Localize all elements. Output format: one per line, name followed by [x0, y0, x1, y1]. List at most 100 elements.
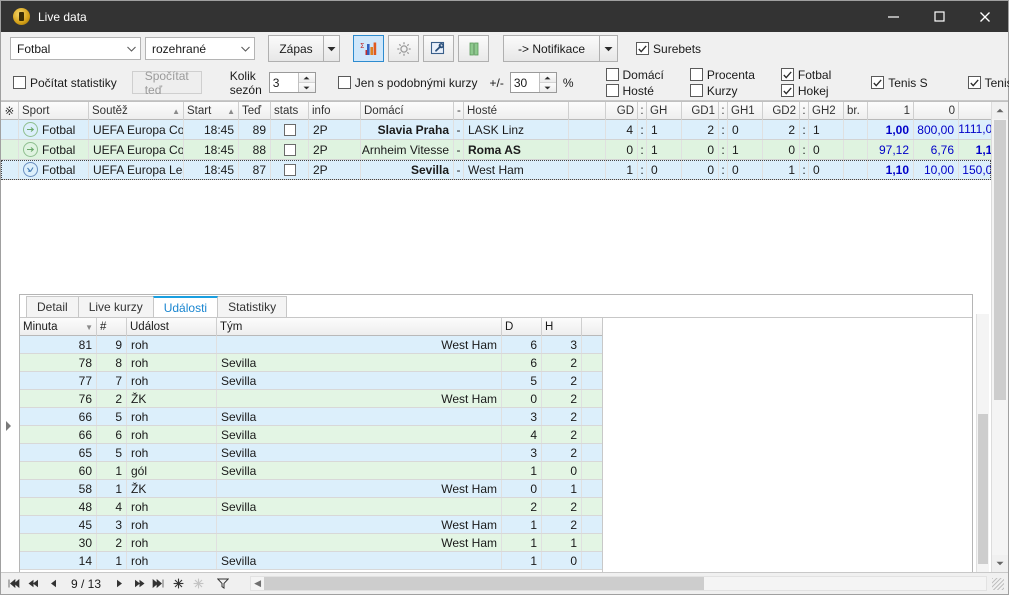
stepper-down[interactable]: [540, 83, 556, 92]
hscroll-thumb[interactable]: [264, 577, 704, 590]
surebets-checkbox[interactable]: Surebets: [636, 42, 701, 56]
scroll-down-arrow[interactable]: [992, 555, 1008, 572]
events-header-cell[interactable]: D: [502, 318, 542, 336]
grid-header-cell[interactable]: GH1: [728, 102, 763, 120]
list-item[interactable]: 453rohWest Ham12: [20, 516, 602, 534]
grid-vertical-scrollbar[interactable]: [991, 102, 1008, 572]
events-scroll-thumb[interactable]: [978, 414, 988, 564]
grid-horizontal-scrollbar[interactable]: ◀: [250, 576, 987, 591]
scroll-up-arrow[interactable]: [992, 102, 1008, 119]
domaci-checkbox[interactable]: Domácí: [606, 68, 664, 82]
grid-header-cell[interactable]: Start▲: [184, 102, 239, 120]
next-page-button[interactable]: [130, 575, 147, 592]
grid-header-cell[interactable]: br.: [844, 102, 868, 120]
list-item[interactable]: 601gólSevilla10: [20, 462, 602, 480]
seasons-input[interactable]: [270, 73, 298, 92]
hscroll-left-arrow[interactable]: ◀: [251, 578, 264, 589]
list-item[interactable]: 581ŽKWest Ham01: [20, 480, 602, 498]
minimize-button[interactable]: [870, 1, 916, 32]
grid-header-cell[interactable]: GD: [606, 102, 638, 120]
columns-button[interactable]: [458, 35, 489, 62]
stats-cell[interactable]: [271, 120, 309, 139]
table-row[interactable]: FotbalUEFA Europa Confe18:45882PArnheim …: [1, 140, 991, 160]
stepper-down[interactable]: [299, 83, 315, 92]
plusminus-stepper[interactable]: [510, 72, 557, 93]
list-item[interactable]: 819rohWest Ham63: [20, 336, 602, 354]
seasons-stepper[interactable]: [269, 72, 316, 93]
grid-header-cell[interactable]: info: [309, 102, 361, 120]
match-dropdown-button[interactable]: Zápas: [268, 35, 340, 62]
events-header-cell[interactable]: #: [97, 318, 127, 336]
filter-icon[interactable]: [214, 575, 231, 592]
grid-header-cell[interactable]: Soutěž▲: [89, 102, 184, 120]
events-header-row[interactable]: Minuta▼#UdálostTýmDH: [20, 318, 602, 336]
panel-splitter-handle[interactable]: [4, 420, 13, 432]
resize-grip[interactable]: [992, 578, 1004, 590]
tenis-pru-checkbox[interactable]: Tenis: prů: [968, 76, 1009, 90]
expand-arrow-icon[interactable]: [23, 142, 38, 157]
grid-header-cell[interactable]: GH2: [809, 102, 844, 120]
kurzy-checkbox[interactable]: Kurzy: [690, 84, 755, 98]
caret-down-icon[interactable]: [323, 35, 340, 62]
grid-header-cell[interactable]: Teď: [239, 102, 271, 120]
stepper-arrows[interactable]: [298, 73, 315, 92]
tab-statistiky[interactable]: Statistiky: [217, 296, 287, 317]
grid-header-cell[interactable]: -: [454, 102, 464, 120]
last-record-button[interactable]: [150, 575, 167, 592]
tab-události[interactable]: Události: [153, 296, 218, 317]
calc-now-button[interactable]: Spočítat teď: [132, 71, 202, 94]
grid-header-cell[interactable]: stats: [271, 102, 309, 120]
stats-checkbox[interactable]: [284, 164, 296, 176]
list-item[interactable]: 655rohSevilla32: [20, 444, 602, 462]
procenta-checkbox[interactable]: Procenta: [690, 68, 755, 82]
events-header-cell[interactable]: Minuta▼: [20, 318, 97, 336]
stats-checkbox[interactable]: [284, 124, 296, 136]
caret-down-icon[interactable]: [599, 35, 618, 62]
prev-record-button[interactable]: [45, 575, 62, 592]
collapse-arrow-icon[interactable]: [23, 162, 38, 177]
grid-header-cell[interactable]: 0: [914, 102, 959, 120]
expand-arrow-icon[interactable]: [23, 122, 38, 137]
count-stats-checkbox[interactable]: Počítat statistiky: [13, 76, 117, 90]
tab-detail[interactable]: Detail: [26, 296, 79, 317]
stepper-up[interactable]: [299, 73, 315, 83]
sport-combo[interactable]: Fotbal: [10, 37, 141, 60]
grid-header-cell[interactable]: Sport: [19, 102, 89, 120]
grid-header-row[interactable]: ※SportSoutěž▲Start▲TeďstatsinfoDomácí-Ho…: [1, 102, 991, 120]
grid-header-cell[interactable]: :: [800, 102, 809, 120]
stats-cell[interactable]: [271, 140, 309, 159]
tenis-s-checkbox[interactable]: Tenis S: [871, 76, 927, 90]
events-vertical-scrollbar[interactable]: [976, 314, 989, 572]
settings-button[interactable]: [388, 35, 419, 62]
stepper-up[interactable]: [540, 73, 556, 83]
stepper-arrows[interactable]: [539, 73, 556, 92]
list-item[interactable]: 302rohWest Ham11: [20, 534, 602, 552]
plusminus-input[interactable]: [511, 73, 539, 92]
grid-header-cell[interactable]: :: [638, 102, 647, 120]
events-header-cell[interactable]: Událost: [127, 318, 217, 336]
tools-button[interactable]: [423, 35, 454, 62]
prev-page-button[interactable]: [25, 575, 42, 592]
hokej-checkbox[interactable]: Hokej: [781, 84, 831, 98]
list-item[interactable]: 484rohSevilla22: [20, 498, 602, 516]
close-button[interactable]: [962, 1, 1008, 32]
events-header-cell[interactable]: Tým: [217, 318, 502, 336]
grid-header-cell[interactable]: GH: [647, 102, 682, 120]
events-header-cell[interactable]: H: [542, 318, 582, 336]
list-item[interactable]: 666rohSevilla42: [20, 426, 602, 444]
grid-header-cell[interactable]: Domácí: [361, 102, 454, 120]
tab-live-kurzy[interactable]: Live kurzy: [78, 296, 154, 317]
table-row[interactable]: FotbalUEFA Europa Leagu18:45872PSevilla-…: [1, 160, 991, 180]
add-record-button[interactable]: [170, 575, 187, 592]
grid-header-cell[interactable]: Hosté: [464, 102, 569, 120]
grid-header-cell[interactable]: [569, 102, 606, 120]
fotbal-checkbox[interactable]: Fotbal: [781, 68, 831, 82]
stats-cell[interactable]: [271, 160, 309, 179]
stats-checkbox[interactable]: [284, 144, 296, 156]
maximize-button[interactable]: [916, 1, 962, 32]
list-item[interactable]: 788rohSevilla62: [20, 354, 602, 372]
hoste-checkbox[interactable]: Hosté: [606, 84, 664, 98]
detail-tabs[interactable]: DetailLive kurzyUdálostiStatistiky: [20, 295, 972, 318]
grid-header-cell[interactable]: :: [719, 102, 728, 120]
grid-header-cell[interactable]: ※: [1, 102, 19, 120]
